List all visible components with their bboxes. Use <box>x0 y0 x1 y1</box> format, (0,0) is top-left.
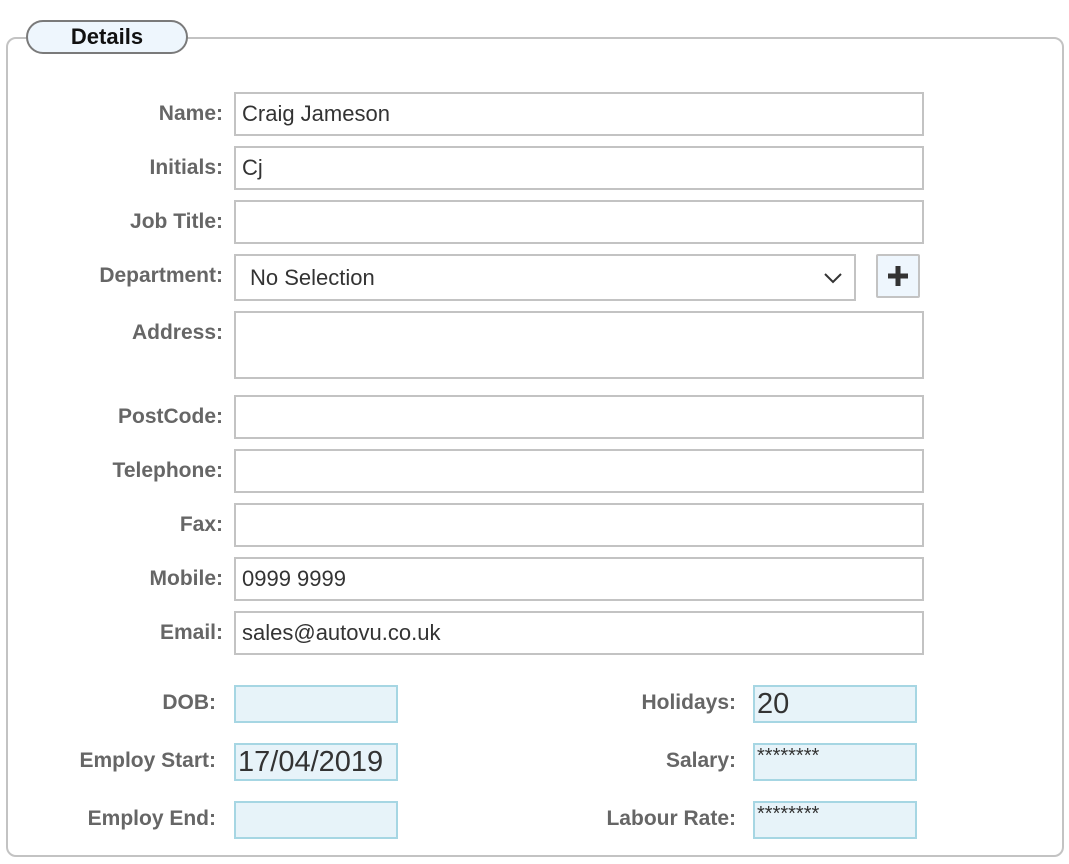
fax-label: Fax: <box>179 513 223 536</box>
employ-end-label: Employ End: <box>87 807 216 830</box>
labour-rate-input[interactable]: ******** <box>753 801 917 839</box>
initials-value: Cj <box>242 155 263 180</box>
salary-label: Salary: <box>665 749 736 772</box>
mobile-label: Mobile: <box>149 567 224 590</box>
holidays-label: Holidays: <box>641 691 736 714</box>
fax-input[interactable] <box>234 503 924 547</box>
employ-start-label: Employ Start: <box>79 749 216 772</box>
plus-icon <box>888 266 908 286</box>
job-title-label: Job Title: <box>130 210 223 233</box>
initials-input[interactable]: Cj <box>234 146 924 190</box>
chevron-down-icon <box>824 272 842 283</box>
address-textarea[interactable] <box>234 311 924 379</box>
employ-start-input[interactable]: 17/04/2019 <box>234 743 398 781</box>
telephone-label: Telephone: <box>112 459 223 482</box>
department-label: Department: <box>99 264 223 287</box>
salary-value: ******** <box>757 745 820 767</box>
postcode-label: PostCode: <box>118 405 223 428</box>
mobile-input[interactable]: 0999 9999 <box>234 557 924 601</box>
email-input[interactable]: sales@autovu.co.uk <box>234 611 924 655</box>
email-label: Email: <box>159 621 223 644</box>
postcode-input[interactable] <box>234 395 924 439</box>
name-input[interactable]: Craig Jameson <box>234 92 924 136</box>
labour-rate-label: Labour Rate: <box>606 807 736 830</box>
employ-end-input[interactable] <box>234 801 398 839</box>
details-legend: Details <box>26 20 188 54</box>
name-value: Craig Jameson <box>242 101 390 126</box>
holidays-input[interactable]: 20 <box>753 685 917 723</box>
salary-input[interactable]: ******** <box>753 743 917 781</box>
name-label: Name: <box>158 102 223 125</box>
job-title-input[interactable] <box>234 200 924 244</box>
initials-label: Initials: <box>149 156 223 179</box>
email-value: sales@autovu.co.uk <box>242 620 441 645</box>
holidays-value: 20 <box>757 688 790 720</box>
employ-start-value: 17/04/2019 <box>238 746 384 778</box>
add-department-button[interactable] <box>876 254 920 298</box>
address-label: Address: <box>131 321 223 344</box>
department-select[interactable]: No Selection <box>234 254 856 301</box>
dob-input[interactable] <box>234 685 398 723</box>
department-value: No Selection <box>250 264 375 290</box>
mobile-value: 0999 9999 <box>242 566 346 591</box>
dob-label: DOB: <box>162 691 216 714</box>
telephone-input[interactable] <box>234 449 924 493</box>
labour-rate-value: ******** <box>757 803 820 825</box>
